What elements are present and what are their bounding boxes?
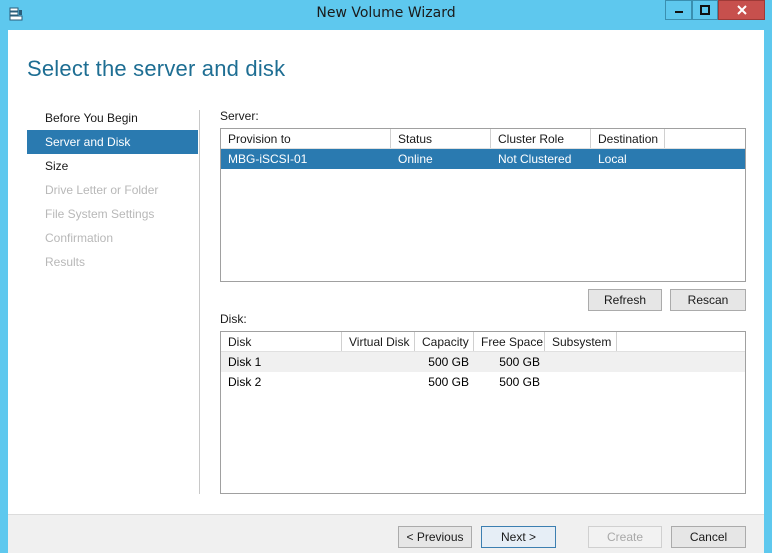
column-header-status[interactable]: Status	[391, 129, 491, 148]
wizard-footer: < Previous Next > Create Cancel	[8, 514, 764, 553]
window-title: New Volume Wizard	[316, 5, 456, 21]
cell-provision-to: MBG-iSCSI-01	[228, 152, 308, 166]
wizard-step-nav: Before You Begin Server and Disk Size Dr…	[27, 106, 198, 274]
cell-disk: Disk 1	[228, 355, 262, 369]
cell-cluster-role: Not Clustered	[498, 152, 572, 166]
column-header-disk[interactable]: Disk	[221, 332, 342, 351]
cell-capacity: 500 GB	[428, 375, 469, 389]
column-header-provision-to[interactable]: Provision to	[221, 129, 391, 148]
create-button: Create	[588, 526, 662, 548]
nav-step-size[interactable]: Size	[27, 154, 198, 178]
nav-step-confirmation: Confirmation	[45, 231, 114, 245]
column-header-destination[interactable]: Destination	[591, 129, 665, 148]
maximize-icon	[700, 5, 710, 15]
cell-destination: Local	[598, 152, 627, 166]
column-header-cluster-role[interactable]: Cluster Role	[491, 129, 591, 148]
maximize-button[interactable]	[692, 0, 718, 20]
nav-step-drive-letter-or-folder: Drive Letter or Folder	[45, 183, 159, 197]
refresh-button[interactable]: Refresh	[588, 289, 662, 311]
close-button[interactable]	[718, 0, 765, 20]
column-header-virtual-disk[interactable]: Virtual Disk	[342, 332, 415, 351]
minimize-button[interactable]	[665, 0, 692, 20]
column-header-capacity[interactable]: Capacity	[415, 332, 474, 351]
minimize-icon	[674, 11, 683, 13]
cell-subsystem	[545, 372, 617, 392]
cell-free-space: 500 GB	[499, 355, 540, 369]
cell-free-space: 500 GB	[499, 375, 540, 389]
cell-virtual-disk	[342, 372, 415, 392]
nav-step-file-system-settings: File System Settings	[45, 207, 155, 221]
disk-label: Disk:	[220, 312, 247, 326]
cell-disk: Disk 2	[228, 375, 262, 389]
column-header-subsystem[interactable]: Subsystem	[545, 332, 617, 351]
close-icon	[736, 5, 747, 15]
rescan-button[interactable]: Rescan	[670, 289, 746, 311]
disk-list[interactable]: Disk Virtual Disk Capacity Free Space Su…	[220, 331, 746, 494]
next-button[interactable]: Next >	[481, 526, 556, 548]
nav-divider	[199, 110, 200, 494]
server-list[interactable]: Provision to Status Cluster Role Destina…	[220, 128, 746, 282]
disk-row[interactable]: Disk 2 500 GB 500 GB	[221, 372, 745, 392]
nav-step-before-you-begin[interactable]: Before You Begin	[27, 106, 198, 130]
server-row[interactable]: MBG-iSCSI-01 Online Not Clustered Local	[221, 149, 745, 169]
cancel-button[interactable]: Cancel	[671, 526, 746, 548]
cell-virtual-disk	[342, 352, 415, 372]
cell-status: Online	[398, 152, 433, 166]
previous-button[interactable]: < Previous	[398, 526, 472, 548]
column-header-free-space[interactable]: Free Space	[474, 332, 545, 351]
disk-row[interactable]: Disk 1 500 GB 500 GB	[221, 352, 745, 372]
cell-capacity: 500 GB	[428, 355, 469, 369]
title-bar[interactable]: New Volume Wizard	[0, 0, 772, 30]
server-label: Server:	[220, 109, 259, 123]
nav-step-server-and-disk[interactable]: Server and Disk	[27, 130, 198, 154]
disk-list-header: Disk Virtual Disk Capacity Free Space Su…	[221, 332, 745, 352]
wizard-client-area: Select the server and disk Before You Be…	[8, 30, 764, 553]
nav-step-results: Results	[45, 255, 86, 269]
cell-subsystem	[545, 352, 617, 372]
server-list-header: Provision to Status Cluster Role Destina…	[221, 129, 745, 149]
page-title: Select the server and disk	[27, 56, 286, 81]
